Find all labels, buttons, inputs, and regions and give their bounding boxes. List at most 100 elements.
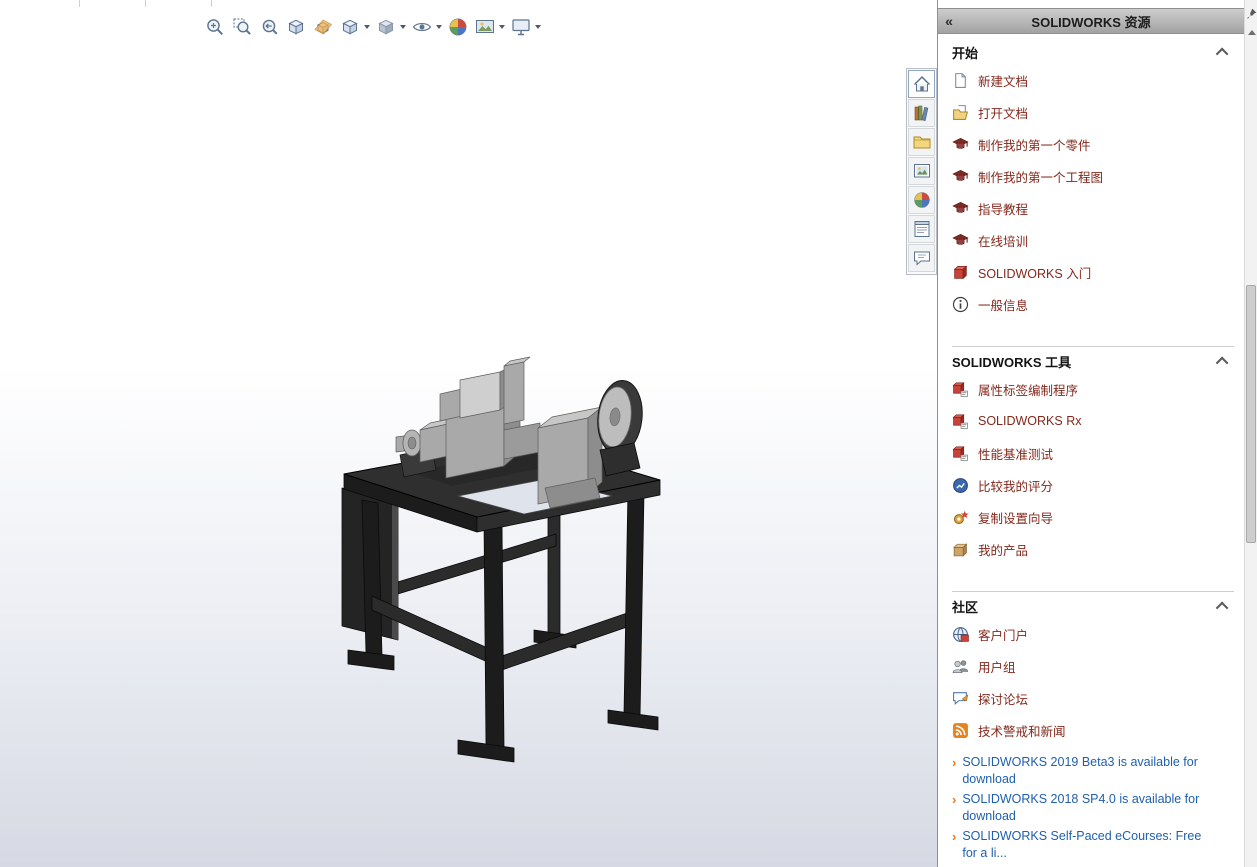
edit-appearance-button[interactable] <box>446 14 470 40</box>
section-title: 开始 <box>952 45 979 61</box>
vertical-scrollbar[interactable] <box>1244 0 1257 867</box>
item-property-tab-builder[interactable]: 属性标签编制程序 <box>952 373 1234 405</box>
item-user-groups[interactable]: 用户组 <box>952 650 1234 682</box>
item-label: 比较我的评分 <box>978 479 1054 494</box>
section-view-icon <box>312 16 334 38</box>
tab-view-palette[interactable] <box>908 157 935 185</box>
discussion-forum-icon <box>952 690 969 707</box>
tab-design-library[interactable] <box>908 99 935 127</box>
task-pane-title: SOLIDWORKS 资源 <box>1031 14 1151 30</box>
item-tech-alerts-news[interactable]: 技术警戒和新闻 <box>952 714 1234 746</box>
collapse-pane-button[interactable]: « <box>938 10 960 32</box>
apply-scene-icon <box>474 16 496 38</box>
news-link-text: SOLIDWORKS 2018 SP4.0 is available for d… <box>962 792 1200 823</box>
news-link-text: SOLIDWORKS 2019 Beta3 is available for d… <box>962 755 1198 786</box>
chevron-down-icon <box>400 25 406 29</box>
compare-score-icon <box>952 477 969 494</box>
item-label: 我的产品 <box>978 543 1029 558</box>
view-settings-button[interactable] <box>509 14 542 40</box>
item-label: 新建文档 <box>978 74 1029 89</box>
item-label: 指导教程 <box>978 202 1029 217</box>
item-copy-settings-wizard[interactable]: 复制设置向导 <box>952 501 1234 533</box>
section-community-header[interactable]: 社区 <box>952 591 1234 618</box>
tutorial-icon <box>952 136 969 153</box>
display-style-button[interactable] <box>374 14 407 40</box>
item-open-document[interactable]: 打开文档 <box>952 96 1234 128</box>
performance-benchmark-icon <box>952 445 969 462</box>
chevron-down-icon <box>364 25 370 29</box>
section-start: 开始 新建文档 打开文档 制作我的第一个零件 制作我的第一个工程图 指导教程 在… <box>952 40 1234 320</box>
info-icon <box>952 296 969 313</box>
item-label: 复制设置向导 <box>978 511 1054 526</box>
3d-drawing-view-button[interactable] <box>284 14 308 40</box>
task-pane-header: « SOLIDWORKS 资源 <box>938 8 1244 34</box>
item-label: 技术警戒和新闻 <box>978 724 1066 739</box>
tab-custom-properties[interactable] <box>908 215 935 243</box>
item-label: 用户组 <box>978 660 1016 675</box>
news-link[interactable]: › SOLIDWORKS 2018 SP4.0 is available for … <box>952 791 1234 825</box>
item-customer-portal[interactable]: 客户门户 <box>952 618 1234 650</box>
custom-properties-icon <box>912 219 932 239</box>
item-label: 在线培训 <box>978 234 1029 249</box>
chevron-down-icon <box>535 25 541 29</box>
section-title: SOLIDWORKS 工具 <box>952 354 1072 370</box>
hide-show-items-button[interactable] <box>410 14 443 40</box>
tutorial-icon <box>952 200 969 217</box>
chevron-down-icon <box>436 25 442 29</box>
3d-drawing-view-icon <box>285 16 307 38</box>
appearances-icon <box>912 190 932 210</box>
view-orientation-button[interactable] <box>338 14 371 40</box>
forum-icon <box>912 248 932 268</box>
item-performance-benchmark[interactable]: 性能基准测试 <box>952 437 1234 469</box>
tab-file-explorer[interactable] <box>908 128 935 156</box>
news-bullet-icon: › <box>952 792 957 807</box>
open-document-icon <box>952 104 969 121</box>
tab-solidworks-forum[interactable] <box>908 244 935 272</box>
item-new-document[interactable]: 新建文档 <box>952 64 1234 96</box>
apply-scene-button[interactable] <box>473 14 506 40</box>
item-label: 制作我的第一个工程图 <box>978 170 1104 185</box>
item-first-drawing[interactable]: 制作我的第一个工程图 <box>952 160 1234 192</box>
home-icon <box>912 74 932 94</box>
item-label: SOLIDWORKS Rx <box>978 414 1082 428</box>
scroll-up-arrow[interactable] <box>1248 30 1256 35</box>
item-my-products[interactable]: 我的产品 <box>952 533 1234 565</box>
tab-solidworks-resources[interactable] <box>908 70 935 98</box>
item-online-training[interactable]: 在线培训 <box>952 224 1234 256</box>
section-community: 社区 客户门户 用户组 探讨论坛 技术警戒和新闻 <box>952 591 1234 746</box>
item-first-part[interactable]: 制作我的第一个零件 <box>952 128 1234 160</box>
previous-view-button[interactable] <box>257 14 281 40</box>
chevron-up-icon <box>1215 356 1229 369</box>
section-view-button[interactable] <box>311 14 335 40</box>
news-link[interactable]: › SOLIDWORKS Self-Paced eCourses: Free fo… <box>952 828 1234 862</box>
zoom-to-area-button[interactable] <box>230 14 254 40</box>
item-tutorials[interactable]: 指导教程 <box>952 192 1234 224</box>
solidworks-box-icon <box>952 264 969 281</box>
news-link[interactable]: › SOLIDWORKS 2019 Beta3 is available for … <box>952 754 1234 788</box>
chevron-up-icon <box>1215 601 1229 614</box>
section-start-header[interactable]: 开始 <box>952 40 1234 64</box>
graphics-viewport[interactable] <box>0 0 937 867</box>
menu-bar <box>0 0 937 7</box>
display-style-icon <box>375 16 397 38</box>
chevron-up-icon <box>1215 47 1229 60</box>
item-label: SOLIDWORKS 入门 <box>978 266 1092 281</box>
auto-hide-pin-button[interactable] <box>1245 4 1257 22</box>
item-general-info[interactable]: 一般信息 <box>952 288 1234 320</box>
menu-separator <box>145 0 146 7</box>
scrollbar-thumb[interactable] <box>1246 285 1256 543</box>
zoom-to-fit-button[interactable] <box>203 14 227 40</box>
item-solidworks-rx[interactable]: SOLIDWORKS Rx <box>952 405 1234 437</box>
item-discussion-forum[interactable]: 探讨论坛 <box>952 682 1234 714</box>
item-label: 属性标签编制程序 <box>978 383 1079 398</box>
tab-appearances-scenes[interactable] <box>908 186 935 214</box>
section-tools-header[interactable]: SOLIDWORKS 工具 <box>952 346 1234 373</box>
item-label: 性能基准测试 <box>978 447 1054 462</box>
item-getting-started[interactable]: SOLIDWORKS 入门 <box>952 256 1234 288</box>
edit-appearance-icon <box>447 16 469 38</box>
item-compare-score[interactable]: 比较我的评分 <box>952 469 1234 501</box>
new-document-icon <box>952 72 969 89</box>
news-bullet-icon: › <box>952 755 957 770</box>
solidworks-rx-icon <box>952 413 969 430</box>
task-pane-tab-strip <box>906 68 937 275</box>
